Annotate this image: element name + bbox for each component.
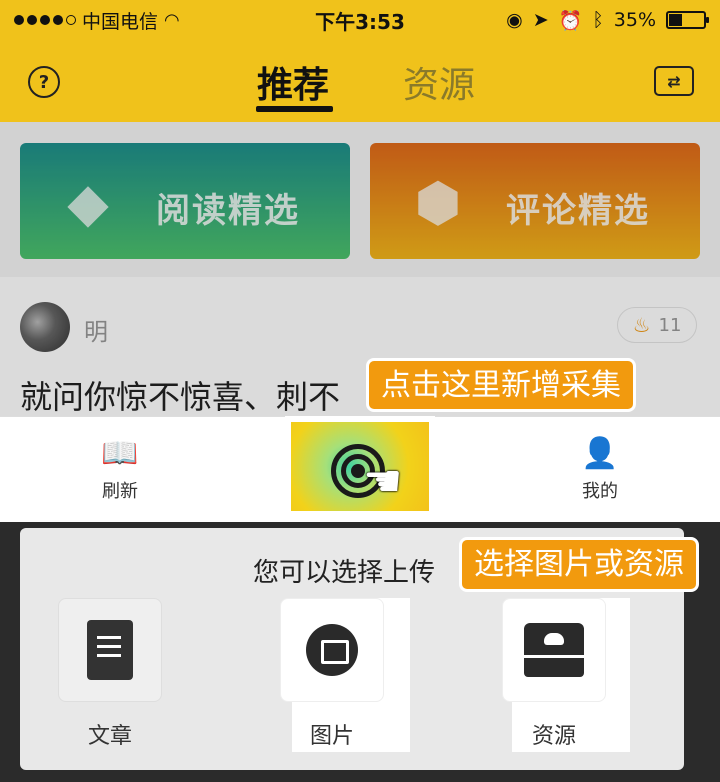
location-icon: ➤ <box>532 9 549 31</box>
battery-percent: 35% <box>613 9 656 31</box>
tab-recommend[interactable]: 推荐 <box>257 56 329 108</box>
question-circle-icon[interactable]: ? <box>28 66 60 98</box>
active-tab-indicator <box>256 106 333 112</box>
nav-bar: ? 推荐 资源 ⇄ <box>0 40 720 122</box>
signal-icon <box>14 15 76 25</box>
comment-picks-label: 评论精选 <box>506 191 650 231</box>
drive-icon <box>502 598 606 702</box>
image-icon <box>280 598 384 702</box>
reading-picks-card[interactable]: ◆ 阅读精选 <box>20 143 350 259</box>
flame-hexagon-icon: ⬢ <box>414 170 462 234</box>
post-text[interactable]: 就问你惊不惊喜、刺不 <box>20 372 340 418</box>
rotation-lock-icon: ◉ <box>506 9 523 31</box>
resource-option[interactable]: 资源 <box>494 598 614 750</box>
post-author[interactable]: 明 <box>84 312 108 347</box>
add-collection-button[interactable]: ☚ <box>285 416 435 517</box>
status-bar: 中国电信 ◠ 下午3:53 ◉ ➤ ⏰ ᛒ 35% <box>0 0 720 40</box>
flame-icon: ♨ <box>632 313 651 337</box>
comment-picks-card[interactable]: ⬢ 评论精选 <box>370 143 700 259</box>
article-option[interactable]: 文章 <box>50 598 170 750</box>
battery-icon <box>666 11 709 29</box>
avatar[interactable] <box>20 302 70 352</box>
article-option-label: 文章 <box>87 724 132 749</box>
image-option[interactable]: 图片 <box>272 598 392 750</box>
document-icon <box>58 598 162 702</box>
tab-resources[interactable]: 资源 <box>403 56 475 108</box>
hot-badge[interactable]: ♨ 11 <box>617 307 697 343</box>
tab-bar-mine-label: 我的 <box>582 481 618 502</box>
reading-picks-label: 阅读精选 <box>156 191 300 231</box>
add-callout: 点击这里新增采集 <box>366 358 636 412</box>
status-time: 下午3:53 <box>315 9 405 34</box>
carrier-label: 中国电信 <box>82 10 159 33</box>
bluetooth-icon: ᛒ <box>592 9 604 31</box>
swap-icon[interactable]: ⇄ <box>654 66 694 96</box>
tab-bar-refresh[interactable]: 📖 刷新 <box>75 435 165 503</box>
alarm-icon: ⏰ <box>558 9 583 32</box>
pointing-hand-icon: ☚ <box>363 456 403 507</box>
diamond-icon: ◆ <box>67 170 109 234</box>
hot-count: 11 <box>658 314 682 336</box>
status-bar-right: ◉ ➤ ⏰ ᛒ 35% <box>446 9 709 32</box>
image-option-label: 图片 <box>309 724 354 749</box>
resource-option-label: 资源 <box>531 724 576 749</box>
book-icon: 📖 <box>101 436 139 471</box>
status-bar-left: 中国电信 ◠ <box>14 7 274 34</box>
sheet-title: 您可以选择上传 <box>253 558 436 588</box>
wifi-icon: ◠ <box>164 9 180 31</box>
tab-bar-mine[interactable]: 👤 我的 <box>555 435 645 503</box>
add-button-inner: ☚ <box>291 422 429 511</box>
tab-bar-refresh-label: 刷新 <box>102 481 138 502</box>
choose-callout: 选择图片或资源 <box>459 537 699 592</box>
person-icon: 👤 <box>581 436 619 471</box>
